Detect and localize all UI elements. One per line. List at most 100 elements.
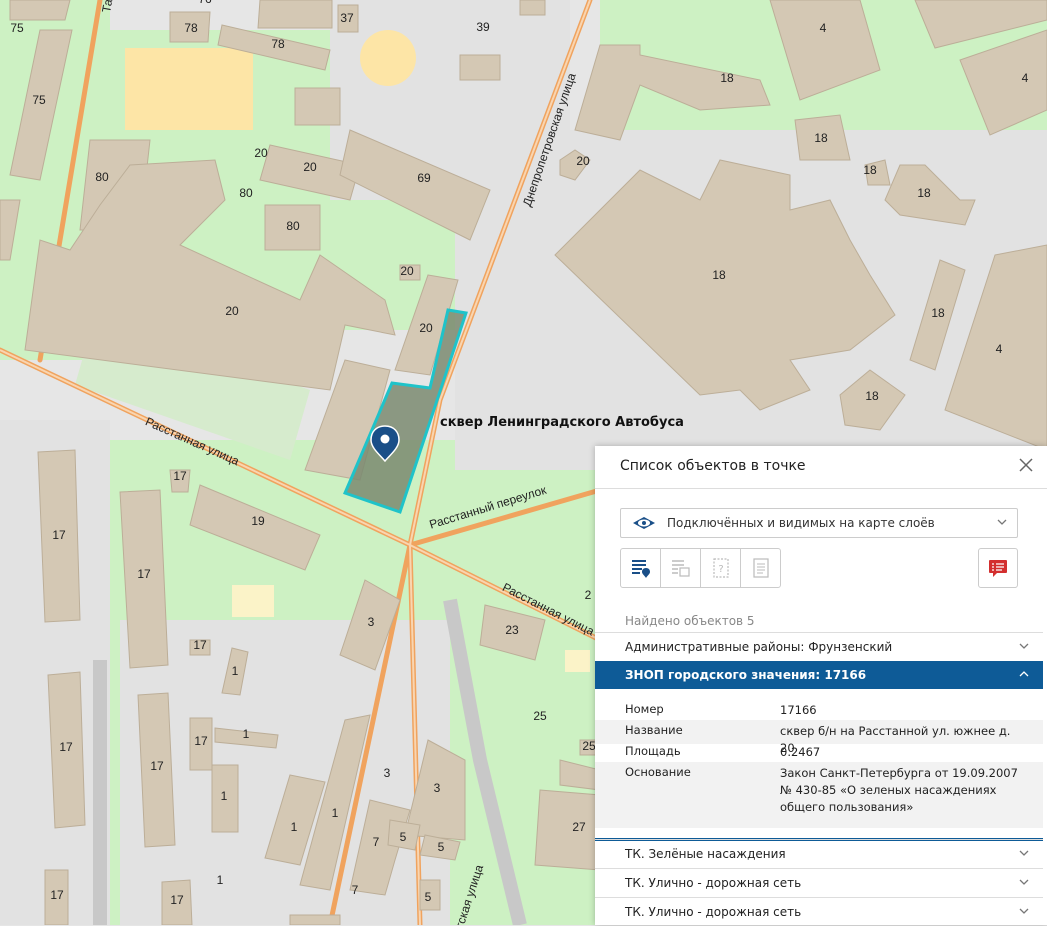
chevron-down-icon [1019,908,1029,914]
detail-row-basis: Основание Закон Санкт-Петербурга от 19.0… [595,762,1043,828]
building-number: 27 [572,820,586,834]
detail-row-name: Название сквер б/н на Расстанной ул. южн… [595,720,1043,755]
building-number: 3 [368,615,375,629]
building-number: 1 [243,727,250,741]
result-row-znop[interactable]: ЗНОП городского значения: 17166 [595,661,1043,689]
building-number: 39 [476,20,490,34]
building [9,0,71,21]
list-marker-icon [631,560,650,578]
building [294,87,341,126]
building-number: 17 [150,759,164,773]
building-number: 3 [434,781,441,795]
building-number: 4 [820,21,827,35]
chevron-down-icon [997,519,1007,525]
building-number: 18 [931,306,945,320]
building-number: 17 [194,734,208,748]
panel-header: Список объектов в точке [595,446,1047,489]
building-number: 1 [232,664,239,678]
detail-value: Закон Санкт-Петербурга от 19.09.2007 № 4… [780,766,1018,814]
detail-row-number: Номер 17166 [595,702,1043,722]
chevron-down-icon [1019,879,1029,885]
detail-key: Номер [625,702,664,716]
report-button[interactable] [978,548,1018,588]
building-number: 78 [271,37,285,51]
result-row-road-network[interactable]: ТК. Улично - дорожная сеть [595,868,1043,897]
close-icon[interactable] [1017,456,1035,474]
report-icon [989,560,1007,577]
list-grid-button[interactable] [661,549,701,587]
building-number: 17 [59,740,73,754]
result-row-label: ТК. Улично - дорожная сеть [625,905,802,919]
sand-area [565,650,590,672]
building [534,789,601,871]
building [257,0,333,29]
building-number: 18 [865,389,879,403]
building [459,54,501,81]
building [519,0,546,16]
building [289,914,341,925]
building-number: 80 [239,186,253,200]
building-number: 25 [533,709,547,723]
layer-select-value: Подключённых и видимых на карте слоёв [667,516,935,530]
chevron-down-icon [1019,643,1029,649]
question-doc-icon: ? [712,558,729,578]
question-doc-button[interactable]: ? [701,549,741,587]
building-number: 4 [996,342,1003,356]
building-number: 20 [419,321,433,335]
building-number: 20 [576,154,590,168]
street-label: Та [99,0,115,14]
result-row-label: ЗНОП городского значения: 17166 [625,668,867,682]
building-number: 37 [340,11,354,25]
building-number: 69 [417,171,431,185]
building-number: 23 [505,623,519,637]
building-number: 7 [373,835,380,849]
building-number: 80 [95,170,109,184]
chevron-up-icon [1019,671,1029,677]
detail-value: 0.2467 [780,745,821,759]
list-with-marker-button[interactable] [621,549,661,587]
detail-key: Основание [625,765,691,779]
building-number: 19 [251,514,265,528]
building-number: 75 [32,93,46,107]
building-number: 25 [582,739,596,753]
building-number: 5 [425,890,432,904]
detail-key: Название [625,723,683,737]
result-row-road-network[interactable]: ТК. Улично - дорожная сеть [595,897,1043,926]
building-number: 17 [173,469,187,483]
building-number: 80 [286,219,300,233]
building-number: 75 [10,21,24,35]
building-number: 18 [814,131,828,145]
building-number: 18 [917,186,931,200]
building-number: 17 [170,893,184,907]
building-number: 20 [303,160,317,174]
sand-area [232,585,274,617]
building-number: 17 [193,638,207,652]
building-number: 17 [50,888,64,902]
znop-details: Номер 17166 Название сквер б/н на Расста… [595,690,1043,841]
building-number: 5 [400,830,407,844]
building-number: 1 [217,873,224,887]
building-number: 1 [221,789,228,803]
sports-field [125,48,253,130]
svg-text:?: ? [718,564,723,575]
building-number: 18 [720,71,734,85]
building-number: 4 [1022,71,1029,85]
building-number: 20 [400,264,414,278]
building-number: 76 [198,0,212,6]
layer-select[interactable]: Подключённых и видимых на карте слоёв [620,508,1018,538]
layers-eye-icon [633,517,655,529]
objects-at-point-panel: Список объектов в точке Подключённых и в… [595,446,1047,925]
found-count: Найдено объектов 5 [625,614,755,628]
view-mode-toolbar: ? [620,548,781,588]
result-row-green-spaces[interactable]: ТК. Зелёные насаждения [595,839,1043,868]
result-row-label: ТК. Улично - дорожная сеть [625,876,802,890]
building-number: 20 [225,304,239,318]
building-number: 5 [438,840,445,854]
park-name-label: сквер Ленинградского Автобуса [440,415,684,430]
list-grid-icon [671,560,690,577]
result-row-admin-districts[interactable]: Административные районы: Фрунзенский [595,632,1043,661]
detail-key: Площадь [625,744,681,758]
building-number: 17 [137,567,151,581]
building-number: 1 [332,806,339,820]
document-button[interactable] [741,549,780,587]
